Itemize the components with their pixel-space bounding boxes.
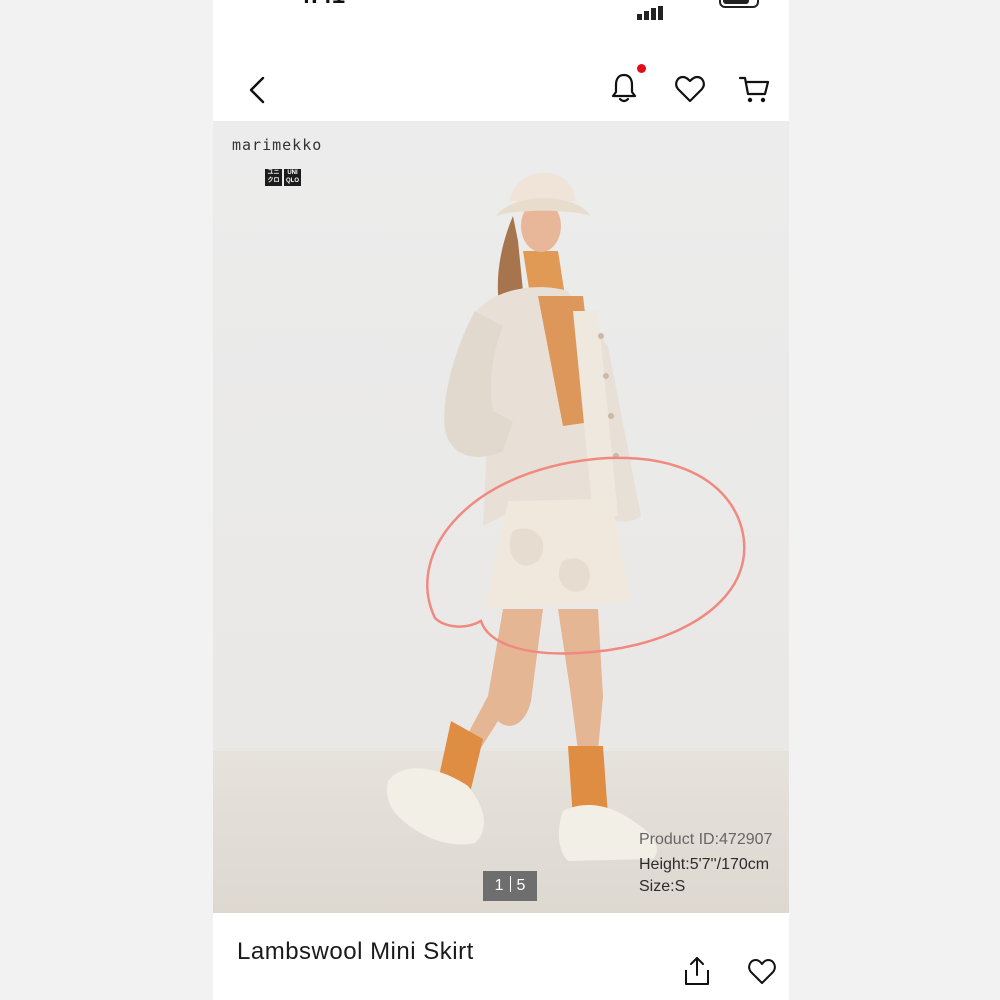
model-photo (386, 172, 746, 861)
chevron-left-icon[interactable] (241, 73, 275, 107)
model-height: Height:5'7''/170cm (639, 856, 770, 873)
model-size: Size:S (639, 878, 686, 895)
battery-icon (719, 0, 759, 8)
share-icon[interactable] (681, 955, 713, 987)
uniqlo-logo-jp: ユニ クロ (265, 169, 282, 186)
signal-icon (637, 0, 665, 20)
counter-current: 1 (494, 877, 504, 894)
product-title: Lambswool Mini Skirt (237, 938, 474, 965)
top-navigation (213, 60, 789, 120)
uniqlo-logo-en: UNI QLO (284, 169, 301, 186)
counter-divider (509, 876, 511, 892)
favorite-heart-icon[interactable] (746, 955, 778, 987)
product-id: Product ID:472907 (639, 831, 773, 848)
product-image-gallery[interactable]: marimekko ユニ クロ UNI QLO 15 Product ID:4729… (213, 121, 789, 913)
status-bar: 4:41 5G (213, 0, 789, 20)
notification-dot (637, 64, 646, 73)
uniqlo-logo: ユニ クロ UNI QLO (265, 169, 301, 186)
image-counter: 15 (483, 871, 537, 901)
counter-total: 5 (516, 877, 526, 894)
bell-icon[interactable] (607, 70, 641, 104)
marimekko-logo: marimekko (232, 136, 323, 154)
network-label: 5G (676, 0, 703, 5)
status-time: 4:41 (297, 0, 345, 10)
cart-icon[interactable] (737, 72, 771, 106)
app-screen: 4:41 5G (213, 0, 789, 1000)
heart-icon[interactable] (673, 72, 707, 106)
